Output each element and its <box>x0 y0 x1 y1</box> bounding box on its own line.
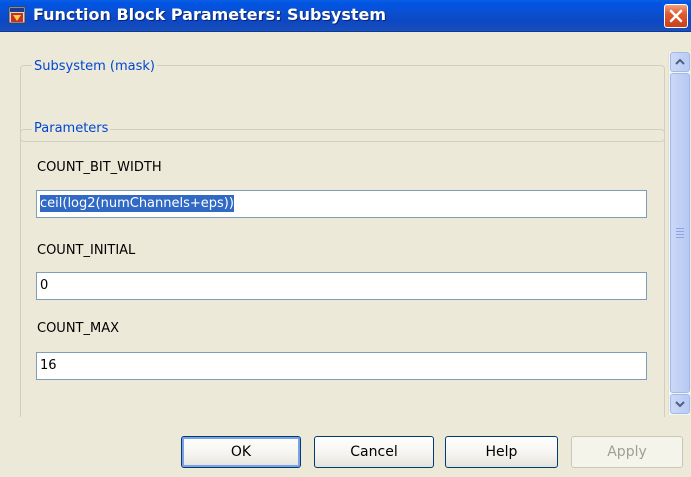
count-max-input[interactable]: 16 <box>36 352 647 380</box>
close-icon <box>669 9 683 23</box>
scroll-up-button[interactable] <box>670 52 690 72</box>
param-label-count-initial: COUNT_INITIAL <box>37 243 136 258</box>
dialog-window: Function Block Parameters: Subsystem Sub… <box>0 0 691 477</box>
cancel-button[interactable]: Cancel <box>314 436 434 468</box>
count-initial-value: 0 <box>40 278 49 293</box>
dialog-content: Subsystem (mask) Parameters COUNT_BIT_WI… <box>0 32 667 417</box>
chevron-down-icon <box>675 401 685 408</box>
count-initial-input[interactable]: 0 <box>36 272 647 300</box>
apply-button[interactable]: Apply <box>571 436 683 468</box>
ok-button[interactable]: OK <box>181 436 301 468</box>
mask-group-legend: Subsystem (mask) <box>32 59 157 75</box>
count-bit-width-value: ceil(log2(numChannels+eps)) <box>40 195 234 212</box>
window-title: Function Block Parameters: Subsystem <box>33 5 387 24</box>
param-label-count-bit-width: COUNT_BIT_WIDTH <box>37 160 162 175</box>
scroll-thumb[interactable] <box>670 73 690 393</box>
param-label-count-max: COUNT_MAX <box>37 321 120 336</box>
parameters-group-legend: Parameters <box>32 121 111 137</box>
scroll-down-button[interactable] <box>670 394 690 414</box>
help-button[interactable]: Help <box>445 436 558 468</box>
title-bar[interactable]: Function Block Parameters: Subsystem <box>0 0 691 32</box>
close-button[interactable] <box>664 4 688 28</box>
count-max-value: 16 <box>40 358 57 373</box>
simulink-block-icon <box>8 6 26 24</box>
vertical-scrollbar[interactable] <box>668 52 690 415</box>
count-bit-width-input[interactable]: ceil(log2(numChannels+eps)) <box>36 190 647 218</box>
chevron-up-icon <box>675 58 685 65</box>
